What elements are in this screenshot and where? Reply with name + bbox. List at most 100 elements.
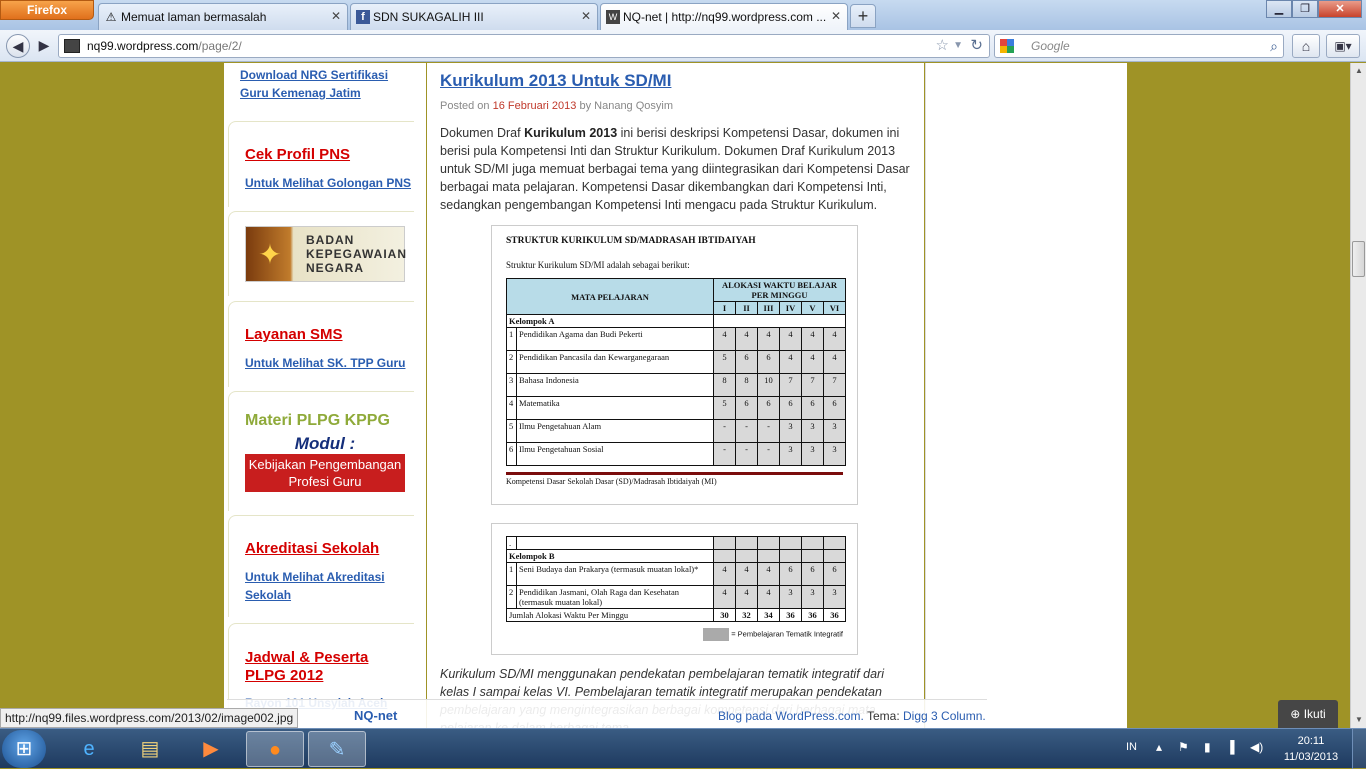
wordpress-credit-link[interactable]: Blog pada WordPress.com. xyxy=(718,709,864,723)
network-icon[interactable]: ▐ xyxy=(1226,740,1235,754)
bkn-banner[interactable]: ✦ BADAN KEPEGAWAIAN NEGARA xyxy=(245,226,408,282)
search-icon[interactable]: ⌕ xyxy=(1270,35,1278,57)
history-dropdown-icon[interactable]: ▼ xyxy=(953,35,963,57)
grade-header: III xyxy=(757,301,780,315)
footer-site-name[interactable]: NQ-net xyxy=(354,708,397,723)
widget-link[interactable]: Untuk Melihat Akreditasi Sekolah xyxy=(245,568,395,604)
system-clock[interactable]: 20:11 11/03/2013 xyxy=(1276,733,1346,765)
vertical-scrollbar[interactable]: ▲ ▼ xyxy=(1350,63,1366,728)
status-url: http://nq99.files.wordpress.com/2013/02/… xyxy=(0,708,299,728)
hour-cell: 6 xyxy=(735,350,758,374)
hour-cell: 3 xyxy=(823,419,846,443)
tab-memuat[interactable]: ⚠ Memuat laman bermasalah ✕ xyxy=(98,3,348,30)
scroll-down-icon[interactable]: ▼ xyxy=(1351,712,1366,728)
group-label: Kelompok B xyxy=(506,549,714,563)
grade-header: IV xyxy=(779,301,802,315)
tab-title: Memuat laman bermasalah xyxy=(121,10,267,24)
table-row: 1 Pendidikan Agama dan Budi Pekerti 4 4 4 4 4 4 xyxy=(506,327,846,351)
hour-cell: - xyxy=(713,442,736,466)
bookmark-star-icon[interactable]: ☆ xyxy=(936,35,949,57)
total-cell: 32 xyxy=(735,608,758,622)
forward-icon[interactable]: ▶ xyxy=(32,34,56,58)
close-icon[interactable]: ✕ xyxy=(831,9,841,23)
volume-icon[interactable]: ◀) xyxy=(1250,740,1263,754)
widget-title[interactable]: Akreditasi Sekolah xyxy=(245,540,379,557)
minimize-icon[interactable]: ▁ xyxy=(1266,0,1292,18)
right-sidebar xyxy=(925,63,1127,728)
table-rows-a: 1 Pendidikan Agama dan Budi Pekerti 4 4 4 4 4 4… xyxy=(506,327,846,466)
firefox-menu-button[interactable]: Firefox xyxy=(0,0,94,20)
total-cell: 36 xyxy=(779,608,802,622)
grade-header: V xyxy=(801,301,824,315)
widget-link[interactable]: Untuk Melihat Golongan PNS xyxy=(245,174,411,192)
col-subject: MATA PELAJARAN xyxy=(506,278,714,315)
home-icon[interactable]: ⌂ xyxy=(1292,34,1320,58)
search-bar[interactable]: Google ⌕ xyxy=(994,34,1284,58)
main-content: Kurikulum 2013 Untuk SD/MI Posted on 16 … xyxy=(427,63,924,728)
footer-credit: Blog pada WordPress.com. Tema: Digg 3 Co… xyxy=(718,709,986,723)
row-number: 2 xyxy=(506,585,517,609)
hour-cell: 4 xyxy=(735,562,758,586)
hour-cell: 4 xyxy=(757,585,780,609)
post-author[interactable]: Nanang Qosyim xyxy=(594,100,673,112)
show-desktop-button[interactable] xyxy=(1352,729,1366,769)
site-footer: NQ-net Blog pada WordPress.com. Tema: Di… xyxy=(227,699,987,728)
table-row: 3 Bahasa Indonesia 8 8 10 7 7 7 xyxy=(506,373,846,397)
hour-cell: 8 xyxy=(713,373,736,397)
internet-explorer-icon[interactable]: e xyxy=(60,731,118,767)
hour-cell: 3 xyxy=(779,419,802,443)
hour-cell: 4 xyxy=(779,327,802,351)
site-favicon-icon xyxy=(64,39,80,53)
scroll-thumb[interactable] xyxy=(1352,241,1365,277)
start-button[interactable]: ⊞ xyxy=(2,730,46,768)
close-icon[interactable]: ✕ xyxy=(331,9,341,23)
tab-title: NQ-net | http://nq99.wordpress.com ... xyxy=(623,10,827,24)
close-icon[interactable]: ✕ xyxy=(581,9,591,23)
widget-cek-profil: Cek Profil PNS Untuk Melihat Golongan PN… xyxy=(228,121,414,207)
maximize-icon[interactable]: ❐ xyxy=(1292,0,1318,18)
paint-icon[interactable]: ✎ xyxy=(308,731,366,767)
hour-cell: 3 xyxy=(801,419,824,443)
theme-link[interactable]: Digg 3 Column. xyxy=(903,709,986,723)
file-explorer-icon[interactable]: ▤ xyxy=(121,731,179,767)
language-indicator[interactable]: IN xyxy=(1126,741,1137,753)
new-tab-button[interactable]: + xyxy=(850,4,876,28)
widget-title[interactable]: Cek Profil PNS xyxy=(245,146,350,163)
url-bar[interactable]: nq99.wordpress.com/page/2/ ☆ ▼ ↻ xyxy=(58,34,990,58)
doc-subtitle: Struktur Kurikulum SD/MI adalah sebagai … xyxy=(506,260,690,270)
battery-icon[interactable]: ▮ xyxy=(1204,740,1211,754)
doc-footer: Kompetensi Dasar Sekolah Dasar (SD)/Madr… xyxy=(506,472,843,486)
tab-nqnet[interactable]: W NQ-net | http://nq99.wordpress.com ...… xyxy=(600,3,848,31)
reload-icon[interactable]: ↻ xyxy=(970,35,983,57)
media-player-icon[interactable]: ▶ xyxy=(182,731,240,767)
hour-cell: 6 xyxy=(757,350,780,374)
tab-sdn[interactable]: f SDN SUKAGALIH III ✕ xyxy=(350,3,598,30)
scroll-up-icon[interactable]: ▲ xyxy=(1351,63,1366,79)
bkn-banner-text: BADAN KEPEGAWAIAN NEGARA xyxy=(306,233,408,275)
subject-name: Ilmu Pengetahuan Sosial xyxy=(516,442,714,466)
widget-title[interactable]: Jadwal & Peserta PLPG 2012 xyxy=(245,649,395,685)
widget-layanan-sms: Layanan SMS Untuk Melihat SK. TPP Guru xyxy=(228,301,414,387)
curriculum-image-1[interactable]: STRUKTUR KURIKULUM SD/MADRASAH IBTIDAIYA… xyxy=(491,225,858,505)
sidebar-link-nrg[interactable]: Download NRG Sertifikasi Guru Kemenag Ja… xyxy=(240,66,400,102)
modul-banner[interactable]: Materi PLPG KPPG Modul : Kebijakan Penge… xyxy=(245,412,405,492)
clock-date: 11/03/2013 xyxy=(1283,751,1339,763)
back-icon[interactable]: ◀ xyxy=(6,34,30,58)
hour-cell: 6 xyxy=(779,562,802,586)
widget-link[interactable]: Untuk Melihat SK. TPP Guru xyxy=(245,354,405,372)
widget-title[interactable]: Layanan SMS xyxy=(245,326,343,343)
action-center-flag-icon[interactable]: ⚑ xyxy=(1178,740,1189,754)
subject-name: Pendidikan Pancasila dan Kewarganegaraan xyxy=(516,350,714,374)
window-controls: ▁ ❐ ✕ xyxy=(1266,0,1362,20)
bookmarks-menu-icon[interactable]: ▣▾ xyxy=(1326,34,1360,58)
curriculum-image-2[interactable]: . Kelompok B 1 Seni Budaya dan Prakarya (… xyxy=(491,523,858,655)
post-date[interactable]: 16 Februari 2013 xyxy=(493,100,577,112)
close-window-icon[interactable]: ✕ xyxy=(1318,0,1362,18)
warning-icon: ⚠ xyxy=(105,10,117,24)
follow-button[interactable]: ⊕ Ikuti xyxy=(1278,700,1338,728)
firefox-taskbar-icon[interactable]: ● xyxy=(246,731,304,767)
hour-cell: 4 xyxy=(713,327,736,351)
post-title[interactable]: Kurikulum 2013 Untuk SD/MI xyxy=(440,71,671,91)
show-hidden-icons-icon[interactable]: ▴ xyxy=(1156,740,1162,754)
hour-cell: - xyxy=(713,419,736,443)
